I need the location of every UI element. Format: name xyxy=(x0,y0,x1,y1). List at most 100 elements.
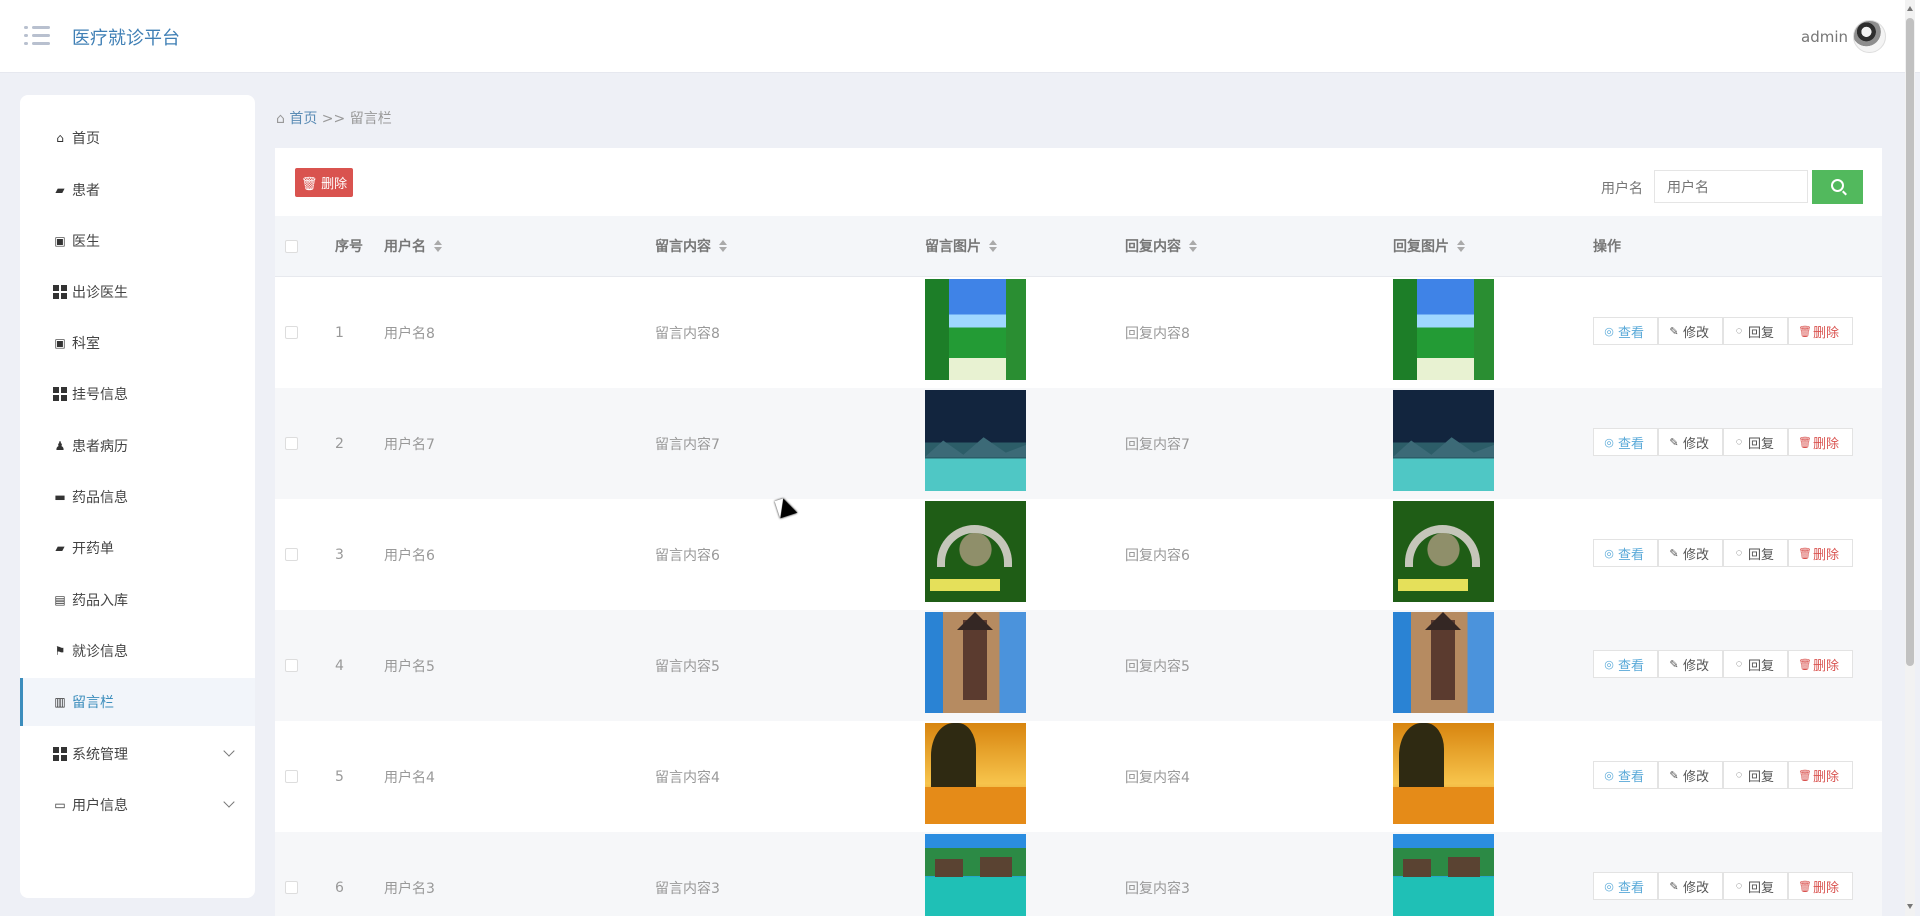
sidebar-item-11[interactable]: ▥ 留言栏 xyxy=(20,678,255,726)
sort-icon[interactable] xyxy=(434,240,442,252)
reply-icon: ◌ xyxy=(1735,880,1743,892)
view-button[interactable]: ◎ 查看 xyxy=(1593,539,1658,567)
scroll-thumb[interactable] xyxy=(1906,18,1914,666)
edit-button[interactable]: ✎ 修改 xyxy=(1658,317,1723,345)
breadcrumb-current: 留言栏 xyxy=(349,111,392,127)
edit-button[interactable]: ✎ 修改 xyxy=(1658,872,1723,900)
reply-icon: ◌ xyxy=(1735,769,1743,781)
username-search-input[interactable] xyxy=(1654,170,1808,203)
row-checkbox[interactable] xyxy=(285,770,298,783)
sort-icon[interactable] xyxy=(719,240,727,252)
edit-icon: ✎ xyxy=(1669,436,1679,449)
sidebar-item-label: 医生 xyxy=(72,234,100,250)
header-username[interactable]: 用户名 xyxy=(384,216,442,276)
row-index: 2 xyxy=(335,435,344,452)
row-checkbox-cell[interactable] xyxy=(285,832,298,916)
chevron-down-icon[interactable] xyxy=(223,796,235,808)
row-checkbox-cell[interactable] xyxy=(285,721,298,832)
reply-button[interactable]: ◌ 回复 xyxy=(1723,761,1788,789)
sidebar-item-3[interactable]: 出诊医生 xyxy=(20,268,255,316)
sidebar-item-6[interactable]: ♟ 患者病历 xyxy=(20,422,255,470)
select-all-checkbox[interactable] xyxy=(285,239,298,253)
monitor-icon: ▰ xyxy=(55,183,65,197)
edit-button[interactable]: ✎ 修改 xyxy=(1658,539,1723,567)
reply-button[interactable]: ◌ 回复 xyxy=(1723,317,1788,345)
trash-icon: 🗑 xyxy=(1798,325,1812,338)
row-username: 用户名6 xyxy=(384,547,435,564)
sidebar-item-5[interactable]: 挂号信息 xyxy=(20,370,255,418)
row-checkbox-cell[interactable] xyxy=(285,499,298,610)
edit-button[interactable]: ✎ 修改 xyxy=(1658,428,1723,456)
row-checkbox-cell[interactable] xyxy=(285,388,298,499)
row-checkbox-cell[interactable] xyxy=(285,610,298,721)
bulk-delete-button[interactable]: 🗑 删除 xyxy=(295,168,353,197)
select-all-checkbox-cell[interactable] xyxy=(285,216,298,276)
row-checkbox[interactable] xyxy=(285,326,298,339)
sidebar-item-10[interactable]: ⚑ 就诊信息 xyxy=(20,627,255,675)
header-message-content[interactable]: 留言内容 xyxy=(655,216,727,276)
reply-button[interactable]: ◌ 回复 xyxy=(1723,428,1788,456)
sidebar-item-13[interactable]: ▭ 用户信息 xyxy=(20,781,255,829)
sort-icon[interactable] xyxy=(989,240,997,252)
row-checkbox-cell[interactable] xyxy=(285,277,298,388)
view-button[interactable]: ◎ 查看 xyxy=(1593,872,1658,900)
edit-button[interactable]: ✎ 修改 xyxy=(1658,650,1723,678)
top-header: 医疗就诊平台 admin xyxy=(0,0,1920,73)
edit-icon: ✎ xyxy=(1669,547,1679,560)
sidebar-item-label: 系统管理 xyxy=(72,747,128,763)
header-actions: 操作 xyxy=(1593,239,1621,255)
sidebar-item-4[interactable]: ▣ 科室 xyxy=(20,319,255,367)
admin-username[interactable]: admin xyxy=(1801,28,1848,46)
sidebar-item-2[interactable]: ▣ 医生 xyxy=(20,217,255,265)
search-button[interactable] xyxy=(1812,170,1863,204)
sidebar-item-label: 就诊信息 xyxy=(72,644,128,660)
delete-row-button[interactable]: 🗑 删除 xyxy=(1788,872,1853,900)
trash-icon: 🗑 xyxy=(1798,658,1812,671)
sidebar-item-12[interactable]: 系统管理 xyxy=(20,730,255,778)
view-button[interactable]: ◎ 查看 xyxy=(1593,761,1658,789)
sidebar-item-0[interactable]: ⌂ 首页 xyxy=(20,114,255,162)
header-index: 序号 xyxy=(335,239,363,255)
delete-row-button[interactable]: 🗑 删除 xyxy=(1788,317,1853,345)
sort-icon[interactable] xyxy=(1457,240,1465,252)
row-checkbox[interactable] xyxy=(285,437,298,450)
view-button[interactable]: ◎ 查看 xyxy=(1593,650,1658,678)
reply-image xyxy=(1393,612,1494,713)
row-username: 用户名8 xyxy=(384,325,435,342)
row-reply-content: 回复内容5 xyxy=(1125,658,1190,675)
view-button[interactable]: ◎ 查看 xyxy=(1593,428,1658,456)
delete-row-button[interactable]: 🗑 删除 xyxy=(1788,539,1853,567)
delete-row-button[interactable]: 🗑 删除 xyxy=(1788,650,1853,678)
trash-icon: 🗑 xyxy=(1798,436,1812,449)
scroll-up-icon[interactable] xyxy=(1907,6,1913,11)
reply-button[interactable]: ◌ 回复 xyxy=(1723,650,1788,678)
sidebar-item-7[interactable]: ▬ 药品信息 xyxy=(20,473,255,521)
delete-row-button[interactable]: 🗑 删除 xyxy=(1788,428,1853,456)
sidebar-item-9[interactable]: ▤ 药品入库 xyxy=(20,576,255,624)
row-checkbox[interactable] xyxy=(285,548,298,561)
header-reply-content[interactable]: 回复内容 xyxy=(1125,216,1197,276)
edit-button[interactable]: ✎ 修改 xyxy=(1658,761,1723,789)
sidebar-item-label: 药品信息 xyxy=(72,490,128,506)
grid-icon xyxy=(53,747,67,761)
trash-icon: 🗑 xyxy=(1798,880,1812,893)
delete-row-button[interactable]: 🗑 删除 xyxy=(1788,761,1853,789)
sidebar-item-8[interactable]: ▰ 开药单 xyxy=(20,524,255,572)
header-reply-image[interactable]: 回复图片 xyxy=(1393,216,1465,276)
view-button[interactable]: ◎ 查看 xyxy=(1593,317,1658,345)
page-scrollbar[interactable] xyxy=(1905,0,1915,916)
trash-icon: 🗑 xyxy=(1798,769,1812,782)
avatar[interactable] xyxy=(1853,20,1886,53)
scroll-down-icon[interactable] xyxy=(1907,904,1913,909)
sidebar-item-1[interactable]: ▰ 患者 xyxy=(20,166,255,214)
menu-toggle-icon[interactable] xyxy=(24,25,50,47)
chevron-down-icon[interactable] xyxy=(223,745,235,757)
sort-icon[interactable] xyxy=(1189,240,1197,252)
row-index: 4 xyxy=(335,657,344,674)
reply-button[interactable]: ◌ 回复 xyxy=(1723,539,1788,567)
reply-button[interactable]: ◌ 回复 xyxy=(1723,872,1788,900)
row-checkbox[interactable] xyxy=(285,659,298,672)
header-message-image[interactable]: 留言图片 xyxy=(925,216,997,276)
breadcrumb-home-link[interactable]: 首页 xyxy=(289,111,317,127)
row-checkbox[interactable] xyxy=(285,881,298,894)
